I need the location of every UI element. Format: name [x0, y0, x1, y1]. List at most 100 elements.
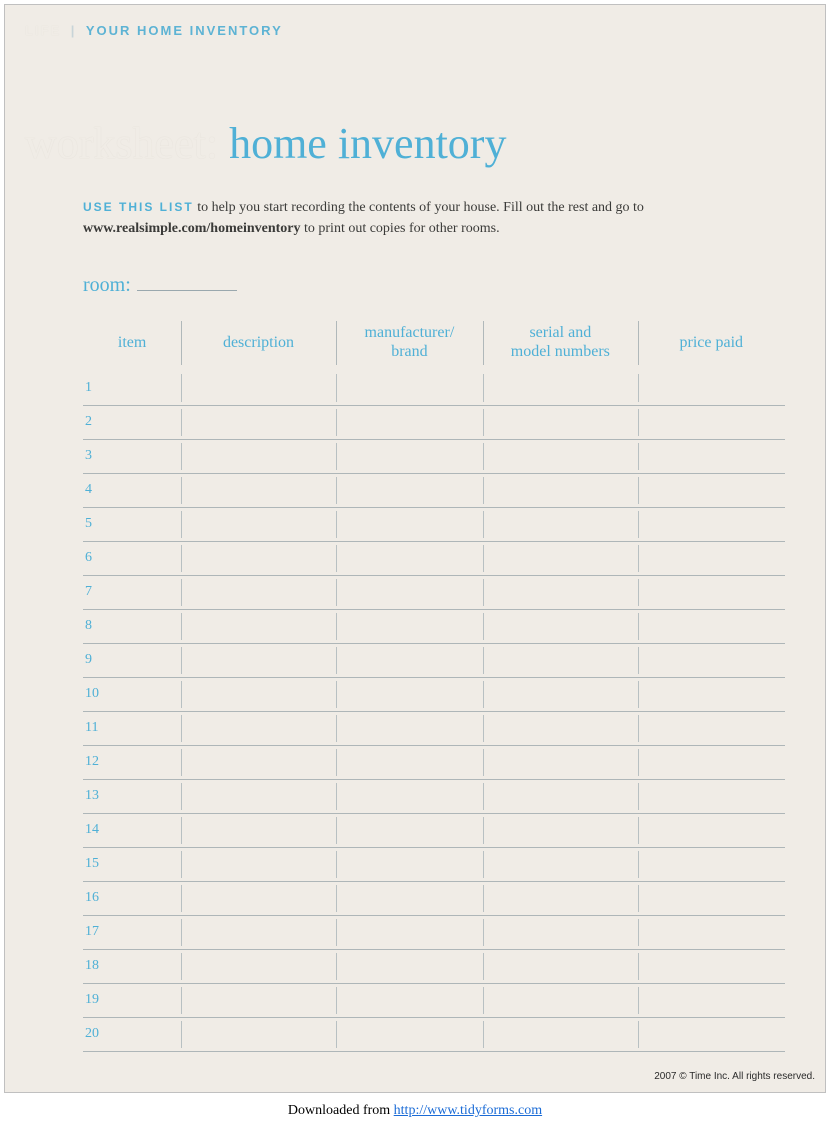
- table-cell[interactable]: [483, 541, 637, 575]
- table-cell[interactable]: [336, 439, 483, 473]
- table-cell[interactable]: [638, 949, 785, 983]
- table-cell[interactable]: [483, 405, 637, 439]
- table-cell[interactable]: [336, 677, 483, 711]
- table-cell[interactable]: [181, 949, 335, 983]
- table-cell[interactable]: [336, 847, 483, 881]
- table-cell[interactable]: [181, 507, 335, 541]
- table-row: 20: [83, 1017, 785, 1051]
- table-cell[interactable]: [483, 711, 637, 745]
- table-cell[interactable]: [181, 643, 335, 677]
- table-cell[interactable]: [483, 507, 637, 541]
- table-cell[interactable]: [336, 813, 483, 847]
- table-cell[interactable]: [336, 779, 483, 813]
- table-cell[interactable]: [638, 643, 785, 677]
- table-cell[interactable]: [336, 1017, 483, 1051]
- row-number: 8: [83, 609, 181, 643]
- table-cell[interactable]: [336, 609, 483, 643]
- table-cell[interactable]: [483, 1017, 637, 1051]
- row-number: 14: [83, 813, 181, 847]
- table-cell[interactable]: [483, 813, 637, 847]
- footer-link[interactable]: http://www.tidyforms.com: [394, 1103, 542, 1118]
- table-cell[interactable]: [638, 473, 785, 507]
- table-cell[interactable]: [336, 405, 483, 439]
- table-cell[interactable]: [336, 711, 483, 745]
- table-cell[interactable]: [483, 371, 637, 405]
- table-cell[interactable]: [638, 575, 785, 609]
- table-cell[interactable]: [638, 881, 785, 915]
- table-cell[interactable]: [638, 439, 785, 473]
- row-number: 13: [83, 779, 181, 813]
- table-cell[interactable]: [181, 813, 335, 847]
- table-header-row: item description manufacturer/ brand ser…: [83, 315, 785, 371]
- table-cell[interactable]: [181, 711, 335, 745]
- inventory-table: item description manufacturer/ brand ser…: [83, 315, 785, 1052]
- table-cell[interactable]: [336, 745, 483, 779]
- table-cell[interactable]: [638, 371, 785, 405]
- table-cell[interactable]: [181, 473, 335, 507]
- table-cell[interactable]: [638, 1017, 785, 1051]
- table-cell[interactable]: [336, 541, 483, 575]
- table-cell[interactable]: [483, 881, 637, 915]
- table-cell[interactable]: [336, 881, 483, 915]
- header-band: life | YOUR HOME INVENTORY: [5, 5, 825, 38]
- row-number: 1: [83, 371, 181, 405]
- table-cell[interactable]: [336, 949, 483, 983]
- table-cell[interactable]: [638, 745, 785, 779]
- section-divider: |: [71, 23, 77, 38]
- table-cell[interactable]: [483, 915, 637, 949]
- table-cell[interactable]: [638, 609, 785, 643]
- table-cell[interactable]: [483, 609, 637, 643]
- table-cell[interactable]: [181, 371, 335, 405]
- row-number: 3: [83, 439, 181, 473]
- table-cell[interactable]: [638, 847, 785, 881]
- table-row: 8: [83, 609, 785, 643]
- table-cell[interactable]: [181, 575, 335, 609]
- table-cell[interactable]: [638, 541, 785, 575]
- row-number: 15: [83, 847, 181, 881]
- table-cell[interactable]: [181, 983, 335, 1017]
- table-cell[interactable]: [638, 711, 785, 745]
- table-cell[interactable]: [181, 541, 335, 575]
- table-cell[interactable]: [336, 371, 483, 405]
- table-cell[interactable]: [181, 745, 335, 779]
- table-cell[interactable]: [336, 643, 483, 677]
- table-cell[interactable]: [483, 847, 637, 881]
- table-cell[interactable]: [638, 813, 785, 847]
- table-cell[interactable]: [483, 575, 637, 609]
- table-cell[interactable]: [483, 439, 637, 473]
- table-cell[interactable]: [638, 915, 785, 949]
- table-row: 14: [83, 813, 785, 847]
- table-cell[interactable]: [181, 405, 335, 439]
- table-row: 11: [83, 711, 785, 745]
- table-cell[interactable]: [483, 473, 637, 507]
- table-cell[interactable]: [181, 779, 335, 813]
- room-label: room:: [83, 274, 131, 297]
- table-cell[interactable]: [181, 847, 335, 881]
- row-number: 11: [83, 711, 181, 745]
- table-cell[interactable]: [638, 983, 785, 1017]
- table-cell[interactable]: [336, 507, 483, 541]
- table-cell[interactable]: [638, 779, 785, 813]
- table-cell[interactable]: [336, 915, 483, 949]
- table-cell[interactable]: [181, 1017, 335, 1051]
- table-cell[interactable]: [181, 609, 335, 643]
- table-cell[interactable]: [336, 473, 483, 507]
- table-cell[interactable]: [483, 677, 637, 711]
- room-input-line[interactable]: [137, 273, 237, 291]
- table-cell[interactable]: [483, 949, 637, 983]
- table-cell[interactable]: [483, 643, 637, 677]
- table-cell[interactable]: [638, 405, 785, 439]
- table-cell[interactable]: [638, 507, 785, 541]
- table-cell[interactable]: [483, 745, 637, 779]
- table-cell[interactable]: [181, 677, 335, 711]
- table-cell[interactable]: [181, 881, 335, 915]
- row-number: 4: [83, 473, 181, 507]
- table-cell[interactable]: [181, 439, 335, 473]
- table-cell[interactable]: [483, 983, 637, 1017]
- table-cell[interactable]: [336, 983, 483, 1017]
- table-cell[interactable]: [181, 915, 335, 949]
- worksheet-page: life | YOUR HOME INVENTORY worksheet: ho…: [4, 4, 826, 1093]
- table-cell[interactable]: [638, 677, 785, 711]
- table-cell[interactable]: [483, 779, 637, 813]
- table-cell[interactable]: [336, 575, 483, 609]
